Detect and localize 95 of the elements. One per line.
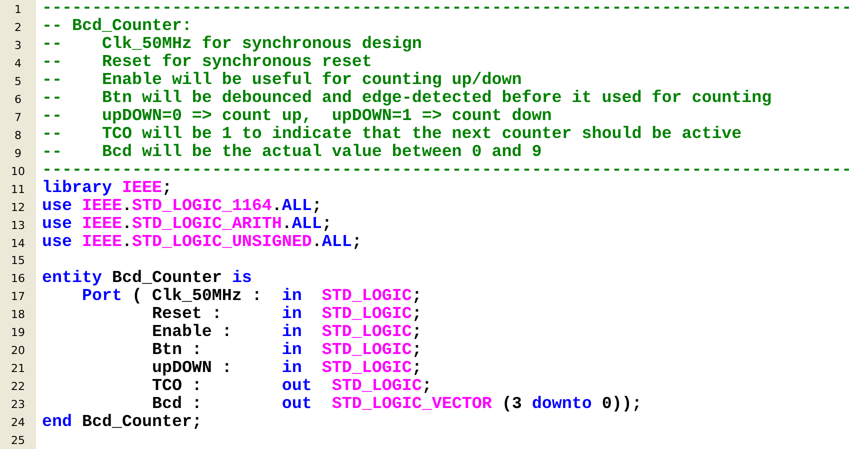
code-keyword: Port (82, 286, 122, 306)
code-keyword: in (282, 304, 302, 324)
code-keyword: out (282, 394, 312, 414)
code-keyword: ALL (322, 233, 352, 252)
code-keyword: use (42, 215, 72, 234)
line-number: 25 (11, 434, 25, 447)
code-comment: --------------------------------------------------------------------------------- (42, 161, 852, 180)
code-text: Enable : (152, 322, 232, 342)
code-keyword: out (282, 376, 312, 396)
code-text: . (282, 215, 292, 234)
code-type-name: IEEE (82, 233, 122, 252)
code-text: Bcd_Counter (112, 268, 222, 288)
line-number: 5 (14, 74, 22, 88)
line-number: 17 (11, 290, 25, 303)
code-keyword: library (42, 179, 112, 198)
code-type-name: STD_LOGIC (322, 358, 412, 378)
line-number: 23 (11, 398, 25, 411)
code-comment: -- Enable will be useful for counting up/down (42, 71, 522, 90)
code-comment: -- upDOWN=0 => count up, upDOWN=1 => count down (42, 107, 552, 126)
code-comment: -- Btn will be debounced and edge-detected before it used for counting (42, 89, 772, 108)
code-text: (3 (502, 394, 522, 414)
code-keyword: in (282, 358, 302, 378)
code-type-name: STD_LOGIC_UNSIGNED (132, 233, 312, 252)
code-text: ( Clk_50MHz : (132, 286, 262, 306)
code-text: ; (412, 322, 422, 342)
code-text: ; (352, 233, 362, 252)
line-number: 11 (11, 182, 25, 196)
code-type-name: IEEE (122, 179, 162, 198)
line-number: 24 (11, 416, 25, 429)
line-number: 13 (11, 218, 25, 232)
line-number: 10 (11, 164, 25, 178)
code-text: . (122, 233, 132, 252)
code-type-name: STD_LOGIC (322, 322, 412, 342)
code-type-name: STD_LOGIC (332, 376, 422, 396)
line-number: 16 (11, 272, 25, 285)
code-text: 0)); (602, 394, 642, 414)
code-comment: -- Reset for synchronous reset (42, 53, 372, 72)
line-number: 4 (14, 56, 22, 70)
line-number: 2 (14, 20, 22, 34)
code-keyword: use (42, 233, 72, 252)
code-text: ; (162, 179, 172, 198)
line-number: 19 (11, 326, 25, 339)
code-keyword: ALL (292, 215, 322, 234)
code-text: Reset : (152, 304, 222, 324)
code-comment: --------------------------------------------------------------------------------- (42, 0, 852, 18)
line-number: 18 (11, 308, 25, 321)
code-type-name: STD_LOGIC (322, 286, 412, 306)
code-type-name: STD_LOGIC_1164 (132, 197, 272, 216)
code-text: . (272, 197, 282, 216)
code-comment: -- Bcd will be the actual value between 0 and 9 (42, 143, 542, 162)
line-number: 21 (11, 362, 25, 375)
code-type-name: STD_LOGIC (322, 304, 412, 324)
line-number: 7 (14, 110, 22, 124)
code-comment: -- Clk_50MHz for synchronous design (42, 35, 422, 54)
code-keyword: end (42, 412, 72, 432)
line-number: 6 (14, 92, 22, 106)
code-keyword: is (232, 268, 252, 288)
code-type-name: IEEE (82, 215, 122, 234)
code-type-name: IEEE (82, 197, 122, 216)
code-text: ; (422, 376, 432, 396)
code-comment: -- TCO will be 1 to indicate that the next counter should be active (42, 125, 742, 144)
code-keyword: ALL (282, 197, 312, 216)
line-number: 9 (14, 146, 22, 160)
code-keyword: in (282, 340, 302, 360)
code-text: TCO : (152, 376, 202, 396)
code-text: ; (312, 197, 322, 216)
code-text: ; (412, 286, 422, 306)
code-keyword: downto (532, 394, 592, 414)
code-keyword: in (282, 322, 302, 342)
code-text: ; (412, 304, 422, 324)
line-number: 1 (14, 2, 22, 16)
code-text: Bcd : (152, 394, 202, 414)
code-type-name: STD_LOGIC_ARITH (132, 215, 282, 234)
line-number: 3 (14, 38, 22, 52)
code-text: upDOWN : (152, 358, 232, 378)
code-type-name: STD_LOGIC (322, 340, 412, 360)
code-type-name: STD_LOGIC_VECTOR (332, 394, 492, 414)
line-number: 8 (14, 128, 22, 142)
code-text: ; (412, 358, 422, 378)
code-keyword: entity (42, 268, 102, 288)
line-number: 14 (11, 236, 25, 250)
line-number: 20 (11, 344, 25, 357)
line-number: 12 (11, 200, 25, 214)
line-number: 15 (11, 254, 25, 268)
code-text: Btn : (152, 340, 202, 360)
code-text: . (122, 215, 132, 234)
code-keyword: in (282, 286, 302, 306)
code-comment: -- Bcd_Counter: (42, 17, 192, 36)
code-keyword: use (42, 197, 72, 216)
line-number: 22 (11, 380, 25, 393)
code-text: ; (412, 340, 422, 360)
code-text: . (122, 197, 132, 216)
code-text: ; (322, 215, 332, 234)
code-text: . (312, 233, 322, 252)
code-text: Bcd_Counter; (82, 412, 202, 432)
